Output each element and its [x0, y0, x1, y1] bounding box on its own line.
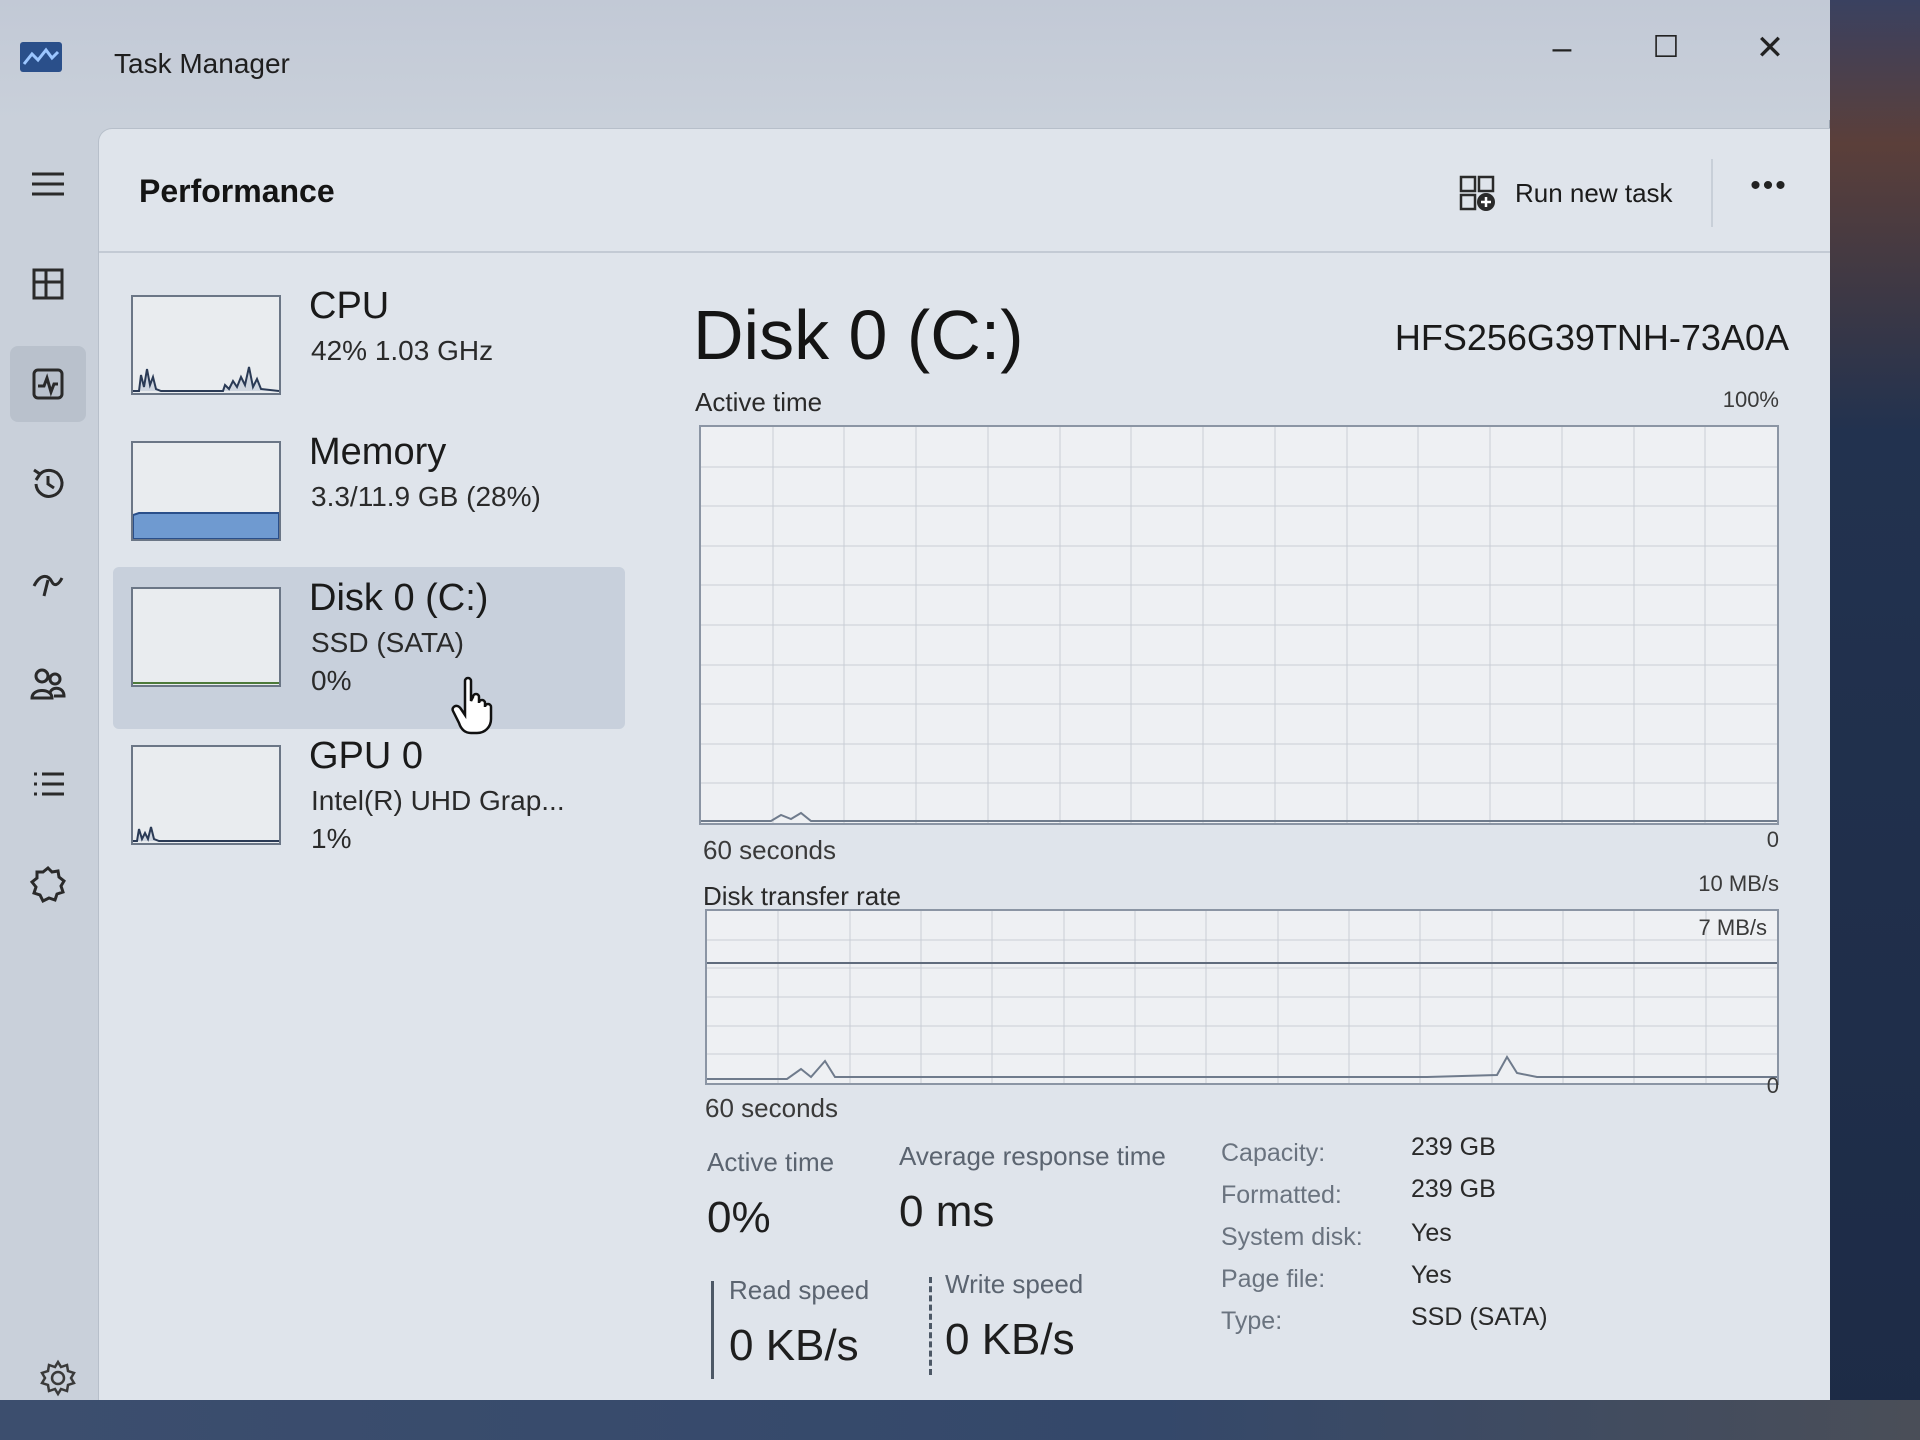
transfer-rate-series-line [707, 1055, 1777, 1080]
nav-users[interactable] [10, 646, 86, 722]
read-speed-label: Read speed [729, 1275, 870, 1305]
nav-services[interactable] [10, 846, 86, 922]
page-file-value: Yes [1411, 1261, 1452, 1289]
maximize-icon: ☐ [1652, 31, 1680, 64]
task-manager-app-icon [20, 42, 62, 72]
panel-header: Performance Run new task ••• [99, 129, 1831, 253]
app-history-icon [33, 468, 64, 498]
gpu-thumbnail-graph [131, 745, 281, 845]
page-title: Performance [139, 173, 335, 209]
startup-apps-icon [32, 575, 64, 597]
transfer-rate-graph-span: 60 seconds [705, 1093, 838, 1123]
navigation-rail [0, 120, 98, 1400]
active-time-graph-max: 100% [1722, 387, 1779, 412]
write-speed-label: Write speed [945, 1269, 1084, 1299]
header-divider [1711, 159, 1713, 227]
formatted-label: Formatted: [1221, 1181, 1342, 1209]
device-subtitle: 42% 1.03 GHz [311, 335, 494, 366]
disk-thumbnail-graph [131, 587, 281, 687]
active-time-graph-min: 0 [1766, 827, 1779, 852]
nav-details[interactable] [10, 746, 86, 822]
transfer-rate-reference-label: 7 MB/s [1698, 915, 1767, 940]
hamburger-menu-icon [32, 172, 64, 196]
avg-response-time-label: Average response time [899, 1141, 1166, 1171]
nav-app-history[interactable] [10, 446, 86, 522]
capacity-label: Capacity: [1221, 1139, 1326, 1167]
active-time-stat-value: 0% [707, 1193, 771, 1242]
settings-icon[interactable] [38, 1358, 78, 1398]
device-model: HFS256G39TNH-73A0A [1394, 317, 1789, 358]
device-name: GPU 0 [309, 735, 424, 777]
active-time-graph-canvas [701, 427, 1777, 823]
performance-panel: Performance Run new task ••• CPU 42% 1.0… [98, 128, 1831, 1400]
more-options-button[interactable]: ••• [1739, 171, 1799, 211]
task-manager-window: Task Manager – ☐ ✕ Performance Run new t… [0, 0, 1831, 1400]
system-disk-label: System disk: [1221, 1223, 1363, 1251]
type-value: SSD (SATA) [1411, 1303, 1548, 1331]
disk-mini-chart [133, 682, 279, 684]
transfer-rate-graph-max: 10 MB/s [1698, 871, 1779, 896]
active-time-graph [699, 425, 1779, 825]
title-bar[interactable]: Task Manager – ☐ ✕ [0, 0, 1830, 120]
users-icon [30, 668, 66, 700]
services-icon [29, 865, 66, 904]
nav-startup-apps[interactable] [10, 546, 86, 622]
write-speed-indicator [929, 1277, 932, 1375]
transfer-rate-graph-label: Disk transfer rate [703, 881, 901, 911]
read-speed-indicator [711, 1281, 714, 1379]
device-item-disk0[interactable]: Disk 0 (C:) SSD (SATA) 0% [113, 567, 625, 735]
active-time-stat-label: Active time [707, 1147, 835, 1177]
device-subtitle: Intel(R) UHD Grap... [311, 785, 565, 816]
type-label: Type: [1221, 1307, 1283, 1335]
processes-icon [32, 268, 64, 300]
device-name: Memory [309, 431, 447, 473]
run-new-task-icon [1459, 175, 1495, 211]
capacity-value: 239 GB [1411, 1133, 1496, 1161]
device-detail-title: Disk 0 (C:) [693, 296, 1024, 374]
device-usage: 0% [311, 665, 352, 696]
active-time-graph-span: 60 seconds [703, 835, 836, 865]
device-subtitle: 3.3/11.9 GB (28%) [311, 481, 541, 512]
nav-menu-toggle[interactable] [10, 146, 86, 222]
device-usage: 1% [311, 823, 352, 854]
device-item-gpu0[interactable]: GPU 0 Intel(R) UHD Grap... 1% [113, 725, 625, 887]
device-subtitle: SSD (SATA) [311, 627, 464, 658]
details-icon [34, 772, 64, 796]
cpu-thumbnail-graph [131, 295, 281, 395]
desktop-bottom-edge [0, 1400, 1920, 1440]
close-button[interactable]: ✕ [1740, 28, 1800, 68]
nav-processes[interactable] [10, 246, 86, 322]
page-file-label: Page file: [1221, 1265, 1326, 1293]
avg-response-time-value: 0 ms [899, 1187, 995, 1236]
system-disk-value: Yes [1411, 1219, 1452, 1247]
active-time-series-line [701, 811, 1777, 822]
run-new-task-label: Run new task [1515, 177, 1673, 208]
device-name: Disk 0 (C:) [309, 577, 489, 619]
read-speed-value: 0 KB/s [729, 1321, 859, 1370]
minimize-icon: – [1552, 29, 1572, 67]
write-speed-value: 0 KB/s [945, 1315, 1075, 1364]
active-time-graph-label: Active time [695, 387, 823, 417]
device-item-cpu[interactable]: CPU 42% 1.03 GHz [113, 275, 625, 437]
close-icon: ✕ [1755, 29, 1785, 67]
cpu-mini-chart [133, 366, 279, 392]
window-title: Task Manager [114, 48, 290, 79]
maximize-button[interactable]: ☐ [1636, 28, 1696, 68]
memory-thumbnail-graph [131, 441, 281, 541]
performance-icon [32, 368, 64, 400]
transfer-rate-graph: 7 MB/s [705, 909, 1779, 1085]
transfer-rate-graph-canvas [707, 911, 1777, 1083]
nav-performance[interactable] [10, 346, 86, 422]
device-name: CPU [309, 285, 390, 327]
memory-mini-chart [133, 512, 279, 539]
formatted-value: 239 GB [1411, 1175, 1496, 1203]
desktop-background [1830, 0, 1920, 1440]
gpu-mini-chart [133, 826, 279, 842]
transfer-rate-graph-min: 0 [1766, 1073, 1779, 1098]
run-new-task-button[interactable]: Run new task [1457, 169, 1673, 217]
more-options-icon: ••• [1750, 169, 1788, 202]
minimize-button[interactable]: – [1532, 28, 1592, 68]
device-item-memory[interactable]: Memory 3.3/11.9 GB (28%) [113, 421, 625, 583]
